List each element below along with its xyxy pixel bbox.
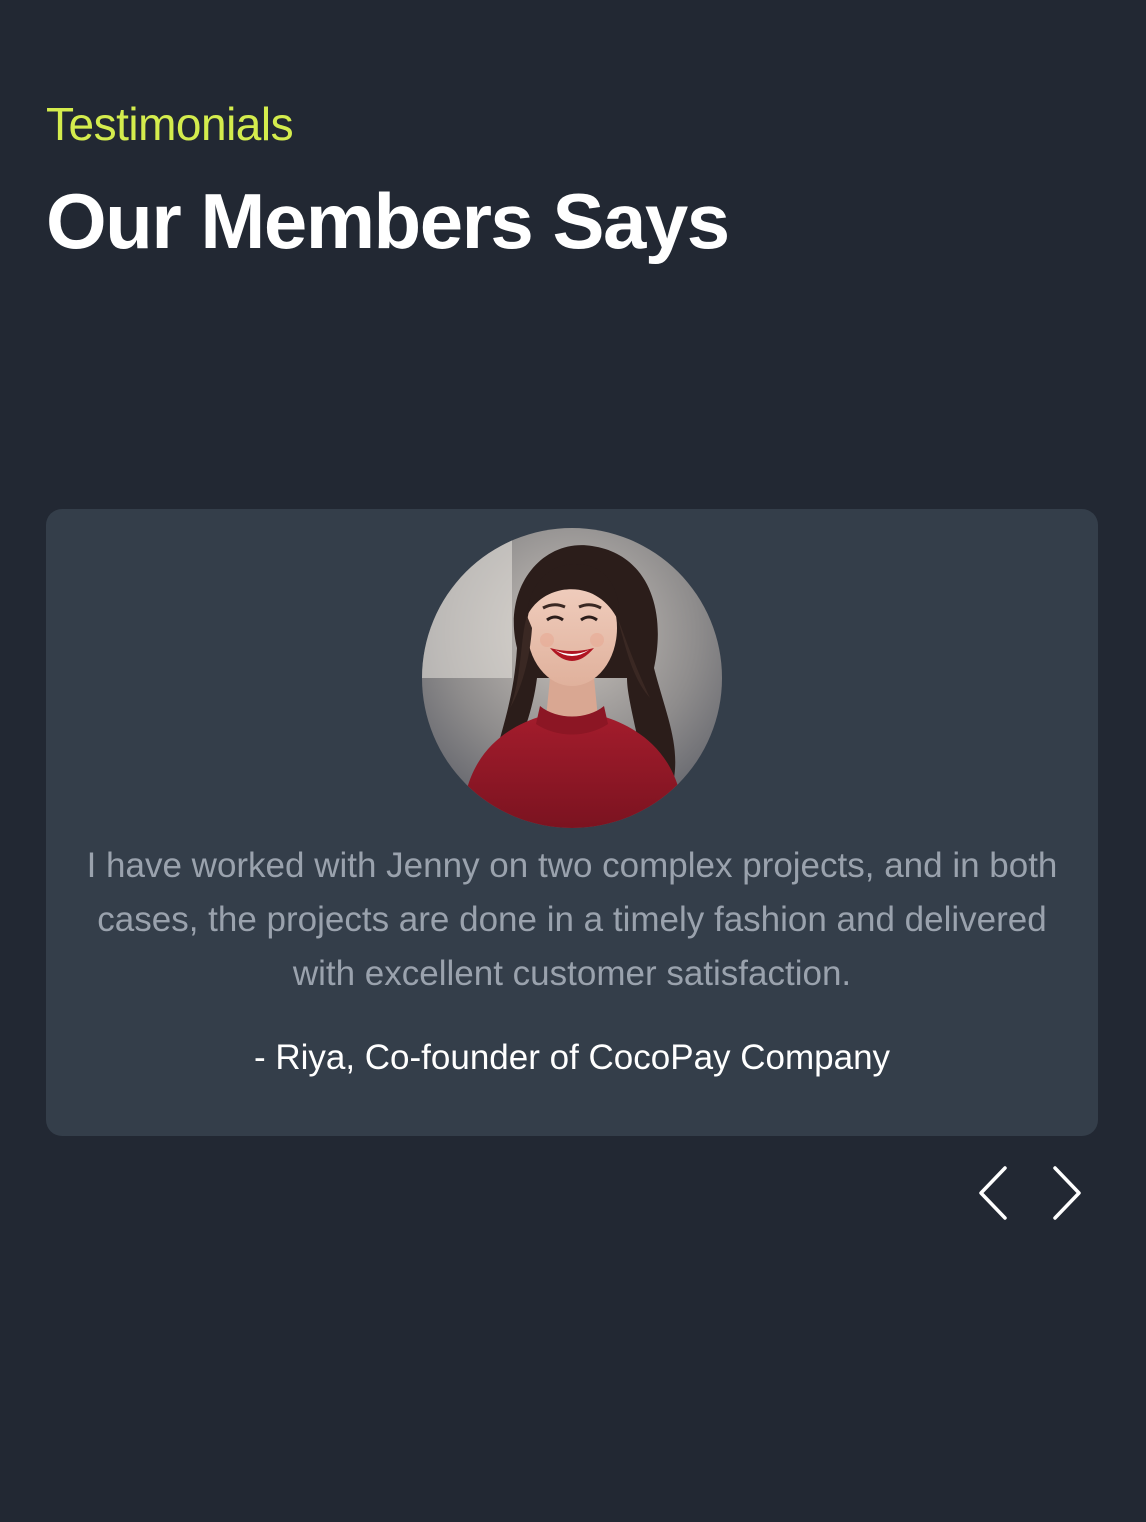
section-title: Our Members Says xyxy=(46,177,730,265)
avatar xyxy=(422,528,722,828)
testimonial-author: - Riya, Co-founder of CocoPay Company xyxy=(253,1038,891,1077)
testimonial-card: I have worked with Jenny on two complex … xyxy=(46,509,1098,1136)
previous-testimonial-button[interactable] xyxy=(970,1160,1020,1226)
chevron-left-icon xyxy=(979,1166,1007,1220)
testimonial-quote: I have worked with Jenny on two complex … xyxy=(86,846,1058,993)
next-testimonial-button[interactable] xyxy=(1042,1160,1092,1226)
section-eyebrow: Testimonials xyxy=(46,98,294,150)
woman-portrait-photo xyxy=(422,528,722,828)
chevron-right-icon xyxy=(1053,1166,1081,1220)
